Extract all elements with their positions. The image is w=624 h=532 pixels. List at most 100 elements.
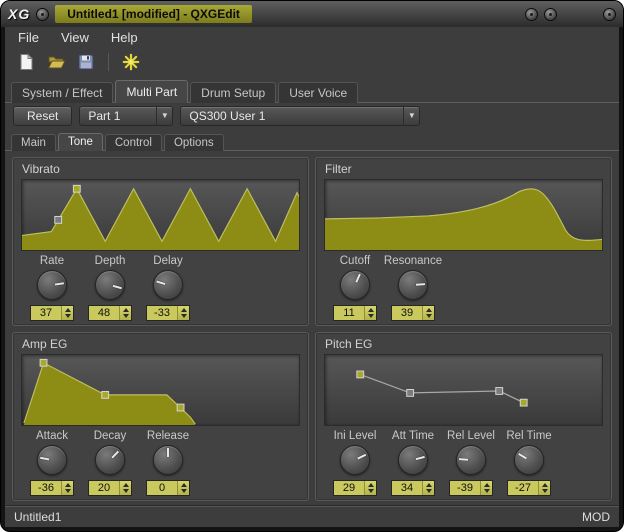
panel-title: Vibrato <box>21 161 300 179</box>
spin-arrows[interactable] <box>61 306 73 320</box>
knob-cell: Att Time 34 <box>384 430 442 496</box>
new-file-icon <box>17 53 35 71</box>
titlebar[interactable]: XG Untitled1 [modified] - QXGEdit <box>1 1 623 27</box>
filter-cutoff-spinbox[interactable]: 11 <box>333 305 377 321</box>
reset-button[interactable]: Reset <box>13 106 72 126</box>
panel-title: Amp EG <box>21 336 300 354</box>
spin-arrows[interactable] <box>422 481 434 495</box>
amp-eg-graph[interactable] <box>21 354 300 426</box>
spin-arrows[interactable] <box>61 481 73 495</box>
spin-arrows[interactable] <box>364 481 376 495</box>
spin-arrows[interactable] <box>119 306 131 320</box>
tab-main[interactable]: Main <box>11 134 56 151</box>
spin-arrows[interactable] <box>480 481 492 495</box>
knob-label: Cutoff <box>340 255 370 270</box>
amp-eg-knob-row: Attack -36 Decay 20 <box>21 426 300 496</box>
chevron-down-icon: ▼ <box>156 107 172 125</box>
pitch-att-time-knob[interactable] <box>398 445 428 475</box>
pitch-ini-level-spinbox[interactable]: 29 <box>333 480 377 496</box>
pitch-ini-level-knob[interactable] <box>340 445 370 475</box>
part-select[interactable]: Part 1 ▼ <box>79 106 173 126</box>
panel-title: Pitch EG <box>324 336 603 354</box>
spin-arrows[interactable] <box>177 306 189 320</box>
spin-arrows[interactable] <box>538 481 550 495</box>
window-title: Untitled1 [modified] - QXGEdit <box>55 5 252 23</box>
amp-decay-handle[interactable] <box>102 392 109 399</box>
pitch-ini-level-handle[interactable] <box>357 371 364 378</box>
menubar: File View Help <box>5 27 619 48</box>
window-body: File View Help <box>5 27 619 527</box>
maximize-button[interactable] <box>544 8 557 21</box>
amp-release-knob[interactable] <box>153 445 183 475</box>
menu-view[interactable]: View <box>52 27 98 48</box>
pitch-rel-time-spinbox[interactable]: -27 <box>507 480 551 496</box>
sub-tab-bar: Main Tone Control Options <box>5 128 619 151</box>
tab-drum-setup[interactable]: Drum Setup <box>190 82 276 103</box>
spin-arrows[interactable] <box>177 481 189 495</box>
amp-attack-knob[interactable] <box>37 445 67 475</box>
pitch-rel-level-spinbox[interactable]: -39 <box>449 480 493 496</box>
xg-logo: XG <box>8 6 30 22</box>
vibrato-delay-spinbox[interactable]: -33 <box>146 305 190 321</box>
knob-cell: Resonance 39 <box>384 255 442 321</box>
amp-decay-spinbox[interactable]: 20 <box>88 480 132 496</box>
app-window: XG Untitled1 [modified] - QXGEdit File V… <box>0 0 624 532</box>
tab-system-effect[interactable]: System / Effect <box>11 82 113 103</box>
filter-curve-graph[interactable] <box>324 179 603 251</box>
new-file-button[interactable] <box>13 50 39 74</box>
vibrato-rate-knob[interactable] <box>37 270 67 300</box>
pitch-eg-graph[interactable] <box>324 354 603 426</box>
close-button[interactable] <box>603 8 616 21</box>
minimize-button[interactable] <box>525 8 538 21</box>
voice-select[interactable]: QS300 User 1 ▼ <box>180 106 420 126</box>
save-file-button[interactable] <box>73 50 99 74</box>
tab-user-voice[interactable]: User Voice <box>278 82 358 103</box>
window-menu-button[interactable] <box>36 8 49 21</box>
knob-cell: Attack -36 <box>23 430 81 496</box>
amp-decay-knob[interactable] <box>95 445 125 475</box>
knob-cell: Rel Time -27 <box>500 430 558 496</box>
amp-release-spinbox[interactable]: 0 <box>146 480 190 496</box>
vibrato-depth-handle[interactable] <box>73 186 80 193</box>
vibrato-depth-knob[interactable] <box>95 270 125 300</box>
knob-label: Release <box>147 430 189 445</box>
pitch-rel-time-knob[interactable] <box>514 445 544 475</box>
open-folder-icon <box>47 53 66 71</box>
knob-cell: Ini Level 29 <box>326 430 384 496</box>
panel-filter: Filter Cutoff 11 <box>315 157 612 326</box>
pitch-att-time-spinbox[interactable]: 34 <box>391 480 435 496</box>
toolbar <box>5 48 619 75</box>
star-burst-icon <box>122 53 140 71</box>
filter-cutoff-knob[interactable] <box>340 270 370 300</box>
spin-arrows[interactable] <box>119 481 131 495</box>
spin-arrows[interactable] <box>364 306 376 320</box>
filter-resonance-spinbox[interactable]: 39 <box>391 305 435 321</box>
filter-resonance-knob[interactable] <box>398 270 428 300</box>
amp-release-handle[interactable] <box>177 405 184 412</box>
panel-pitch-eg: Pitch EG Ini Level 29 <box>315 332 612 501</box>
amp-attack-handle[interactable] <box>40 360 47 367</box>
tab-control[interactable]: Control <box>105 134 162 151</box>
reset-all-button[interactable] <box>118 50 144 74</box>
save-floppy-icon <box>77 53 95 71</box>
knob-cell: Depth 48 <box>81 255 139 321</box>
pitch-rel-level-handle[interactable] <box>496 388 503 395</box>
vibrato-depth-spinbox[interactable]: 48 <box>88 305 132 321</box>
menu-help[interactable]: Help <box>102 27 147 48</box>
tab-options[interactable]: Options <box>164 134 224 151</box>
vibrato-wave-graph[interactable] <box>21 179 300 251</box>
tab-tone[interactable]: Tone <box>58 133 103 151</box>
statusbar: Untitled1 MOD <box>5 505 619 527</box>
vibrato-rate-spinbox[interactable]: 37 <box>30 305 74 321</box>
panel-vibrato: Vibrato Rate 37 <box>12 157 309 326</box>
amp-attack-spinbox[interactable]: -36 <box>30 480 74 496</box>
vibrato-delay-knob[interactable] <box>153 270 183 300</box>
menu-file[interactable]: File <box>9 27 48 48</box>
open-file-button[interactable] <box>43 50 69 74</box>
vibrato-delay-handle[interactable] <box>55 217 62 224</box>
pitch-att-time-handle[interactable] <box>407 390 414 397</box>
spin-arrows[interactable] <box>422 306 434 320</box>
tab-multi-part[interactable]: Multi Part <box>115 80 188 103</box>
pitch-rel-time-handle[interactable] <box>520 400 527 407</box>
pitch-rel-level-knob[interactable] <box>456 445 486 475</box>
